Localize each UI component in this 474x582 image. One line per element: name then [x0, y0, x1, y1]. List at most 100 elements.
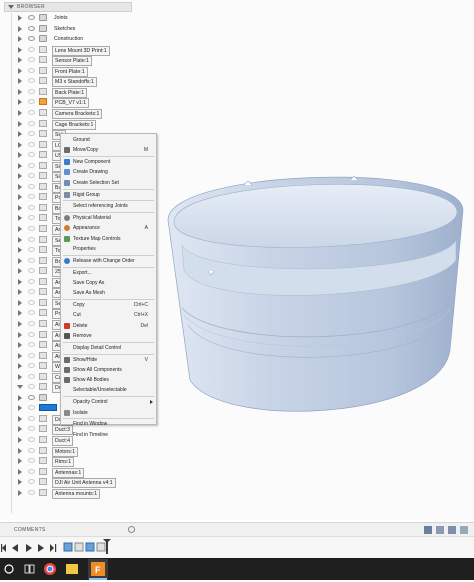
expand-right-icon[interactable] [18, 268, 22, 275]
expand-right-icon[interactable] [18, 183, 22, 190]
timeline-feature-icon[interactable] [85, 542, 95, 552]
visibility-eye-icon[interactable] [28, 67, 35, 73]
visibility-eye-icon[interactable] [28, 489, 35, 495]
menu-item[interactable]: Move/Copy M [61, 145, 156, 155]
menu-item[interactable]: Display Detail Control [61, 343, 156, 353]
visibility-eye-icon[interactable] [28, 120, 35, 126]
expand-right-icon[interactable] [18, 57, 22, 64]
expand-right-icon[interactable] [18, 426, 22, 433]
expand-right-icon[interactable] [18, 109, 22, 116]
expand-right-icon[interactable] [18, 289, 22, 296]
visibility-eye-icon[interactable] [28, 363, 35, 369]
expand-right-icon[interactable] [18, 320, 22, 327]
expand-right-icon[interactable] [18, 88, 22, 95]
visibility-eye-icon[interactable] [28, 268, 35, 274]
expand-right-icon[interactable] [18, 257, 22, 264]
expand-right-icon[interactable] [18, 363, 22, 370]
browser-item[interactable]: PCB_V7 v1:1 [4, 97, 132, 109]
prev-step-icon[interactable] [12, 544, 18, 552]
browser-item[interactable]: Cage Brackets:1 [4, 119, 132, 130]
visibility-eye-icon[interactable] [28, 173, 35, 179]
menu-item[interactable]: Selectable/Unselectable [61, 385, 156, 395]
visibility-eye-icon[interactable] [28, 468, 35, 474]
menu-item[interactable]: Export... [61, 268, 156, 278]
menu-item[interactable]: Opacity Control [61, 397, 156, 407]
expand-right-icon[interactable] [18, 405, 22, 412]
expand-right-icon[interactable] [18, 215, 22, 222]
visibility-eye-icon[interactable] [28, 289, 35, 295]
visibility-eye-icon[interactable] [28, 46, 35, 52]
add-comment-icon[interactable] [128, 526, 135, 533]
expand-right-icon[interactable] [18, 162, 22, 169]
visibility-eye-icon[interactable] [28, 458, 35, 464]
browser-item[interactable]: Lens Mount 3D Print:1 [4, 45, 132, 56]
timeline-bar[interactable] [0, 536, 474, 558]
expand-right-icon[interactable] [18, 489, 22, 496]
visibility-eye-icon[interactable] [28, 78, 35, 84]
menu-item[interactable]: Select referencing Joints [61, 201, 156, 211]
expand-right-icon[interactable] [18, 373, 22, 380]
visibility-eye-icon[interactable] [28, 25, 35, 31]
visibility-eye-icon[interactable] [28, 310, 35, 316]
visibility-eye-icon[interactable] [28, 15, 35, 20]
expand-right-icon[interactable] [18, 342, 22, 349]
visibility-eye-icon[interactable] [28, 331, 35, 337]
search-icon[interactable] [4, 564, 14, 574]
visibility-eye-icon[interactable] [28, 320, 35, 326]
menu-item[interactable]: Texture Map Controls [61, 234, 156, 244]
expand-right-icon[interactable] [18, 447, 22, 454]
visibility-eye-icon[interactable] [28, 415, 35, 421]
expand-right-icon[interactable] [18, 437, 22, 443]
visibility-eye-icon[interactable] [28, 109, 35, 115]
design-canvas[interactable]: BROWSER Joints Sketches Construction Lens M… [0, 0, 474, 520]
expand-right-icon[interactable] [18, 46, 22, 53]
browser-item[interactable]: Rims:1 [4, 456, 132, 468]
browser-item[interactable]: Back Plate:1 [4, 87, 132, 98]
menu-item[interactable]: Create Drawing [61, 167, 156, 177]
visibility-eye-icon[interactable] [28, 36, 35, 42]
browser-item[interactable]: Motors:1 [4, 446, 132, 457]
expand-right-icon[interactable] [18, 204, 22, 211]
nav-toolbar[interactable] [424, 525, 472, 535]
menu-item[interactable]: Physical Material [61, 213, 156, 223]
expand-right-icon[interactable] [18, 278, 22, 285]
visibility-eye-icon[interactable] [28, 352, 35, 358]
visibility-eye-icon[interactable] [28, 162, 35, 168]
browser-item[interactable]: Antennas:1 [4, 467, 132, 478]
menu-item[interactable]: Save As Mesh [61, 288, 156, 298]
first-step-icon[interactable] [2, 544, 6, 552]
expand-right-icon[interactable] [18, 310, 22, 317]
menu-item[interactable]: Properties [61, 244, 156, 254]
visibility-eye-icon[interactable] [28, 278, 35, 284]
menu-item[interactable]: Show All Components [61, 365, 156, 375]
menu-item[interactable]: Show All Bodies [61, 375, 156, 385]
browser-item[interactable]: Joints [4, 13, 132, 23]
menu-item[interactable]: Show/Hide V [61, 355, 156, 365]
timeline-feature-icon[interactable] [74, 542, 84, 552]
expand-down-icon[interactable] [17, 385, 23, 390]
visibility-eye-icon[interactable] [28, 437, 35, 442]
visibility-eye-icon[interactable] [28, 479, 35, 485]
menu-item[interactable]: Release with Change Order [61, 256, 156, 266]
task-view-icon[interactable] [24, 564, 30, 574]
menu-item[interactable]: Isolate [61, 408, 156, 418]
visibility-eye-icon[interactable] [28, 299, 35, 305]
next-step-icon[interactable] [38, 544, 44, 552]
visibility-eye-icon[interactable] [28, 99, 35, 105]
browser-item[interactable]: Construction [4, 34, 132, 44]
expand-right-icon[interactable] [18, 15, 22, 21]
visibility-eye-icon[interactable] [28, 257, 35, 263]
browser-header[interactable]: BROWSER [4, 2, 132, 12]
expand-right-icon[interactable] [18, 479, 22, 486]
menu-item[interactable]: Ground [61, 135, 156, 145]
visibility-eye-icon[interactable] [28, 236, 35, 242]
comments-bar[interactable]: COMMENTS [0, 522, 474, 536]
visibility-eye-icon[interactable] [28, 131, 35, 137]
browser-item[interactable]: Camera Brackets:1 [4, 108, 132, 119]
menu-item[interactable]: Find in Window [61, 419, 156, 429]
visibility-eye-icon[interactable] [28, 152, 35, 158]
visibility-eye-icon[interactable] [28, 394, 35, 400]
visibility-eye-icon[interactable] [28, 342, 35, 348]
visibility-eye-icon[interactable] [28, 226, 35, 231]
expand-right-icon[interactable] [18, 120, 22, 127]
